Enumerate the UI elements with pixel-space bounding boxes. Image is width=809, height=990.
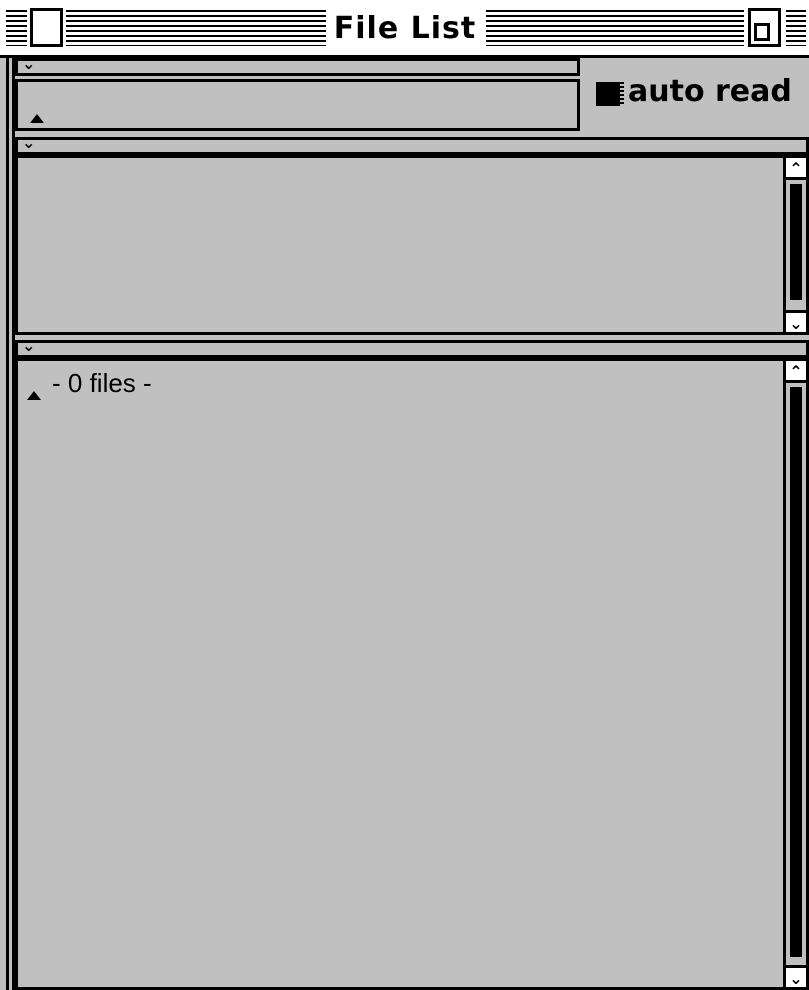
close-box-icon[interactable] <box>27 5 66 50</box>
auto-read-checkbox[interactable] <box>596 82 624 106</box>
window-title: File List <box>330 4 480 54</box>
bottom-pane-collapse-bar[interactable]: ⌄ <box>15 337 809 358</box>
triangle-up-icon[interactable] <box>27 391 41 400</box>
zoom-inner-box <box>754 23 770 41</box>
middle-pane-scrollbar[interactable]: ⌃ ⌄ <box>783 155 809 335</box>
scroll-down-arrow-icon[interactable]: ⌄ <box>786 310 806 333</box>
scroll-up-arrow-icon[interactable]: ⌃ <box>786 158 806 180</box>
title-stripes-right <box>786 10 806 46</box>
zoom-box-icon[interactable] <box>745 5 784 50</box>
title-stripes-left <box>6 10 30 46</box>
top-pane-field[interactable] <box>15 79 580 131</box>
file-scroll-track[interactable] <box>790 387 802 957</box>
chevron-down-icon[interactable]: ⌄ <box>22 337 35 355</box>
auto-read-label[interactable]: auto read <box>628 70 792 114</box>
middle-pane-collapse-bar[interactable]: ⌄ <box>15 134 809 155</box>
file-list-pane[interactable]: ⌃ ⌄ <box>15 358 809 990</box>
top-pane-collapse-bar[interactable]: ⌄ <box>15 55 580 76</box>
chevron-down-icon[interactable]: ⌄ <box>22 134 35 152</box>
middle-pane-list[interactable]: ⌃ ⌄ <box>15 155 809 335</box>
file-count-status: - 0 files - <box>52 368 152 398</box>
title-bar[interactable]: File List <box>0 0 809 58</box>
chevron-down-icon[interactable]: ⌄ <box>22 55 35 73</box>
window-frame-left <box>0 58 15 990</box>
scroll-up-arrow-icon[interactable]: ⌃ <box>786 361 806 383</box>
title-stripes-mid-right <box>486 10 744 46</box>
triangle-up-icon[interactable] <box>30 114 44 123</box>
scroll-down-arrow-icon[interactable]: ⌄ <box>786 965 806 988</box>
middle-scroll-track[interactable] <box>790 184 802 300</box>
title-stripes-mid-left <box>66 10 326 46</box>
file-list-scrollbar[interactable]: ⌃ ⌄ <box>783 358 809 990</box>
file-list-window: File List ⌄ auto read ⌄ ⌃ ⌄ ⌄ ⌃ ⌄ - 0 fi… <box>0 0 809 990</box>
